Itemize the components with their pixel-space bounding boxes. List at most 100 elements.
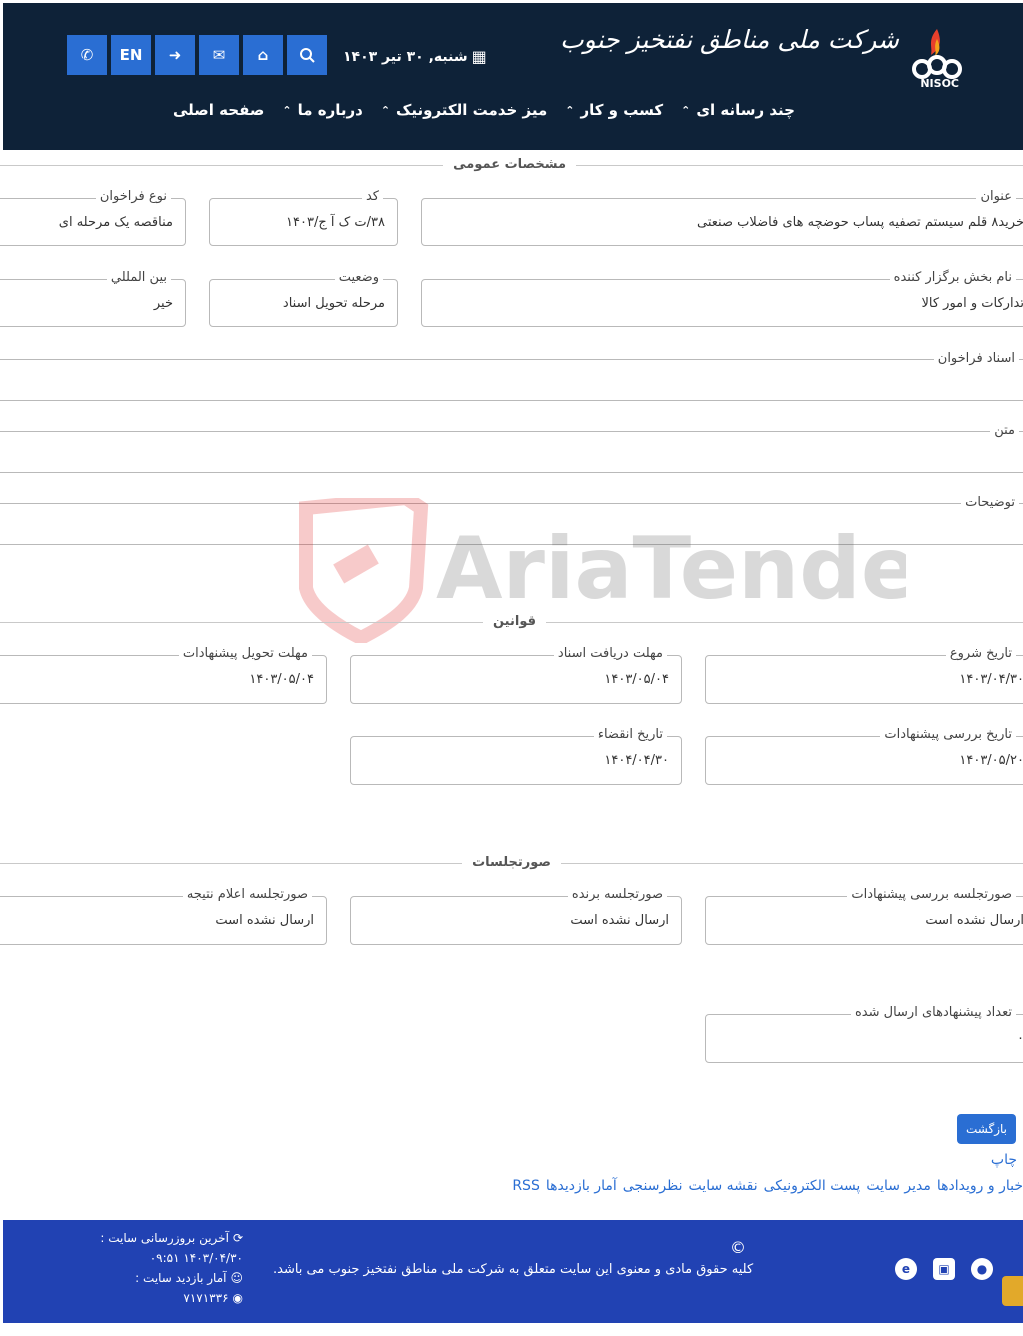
english-button[interactable]: EN xyxy=(111,35,151,75)
link-email[interactable]: پست الکترونیکی xyxy=(764,1178,861,1194)
field-winner-minutes-value: ارسال نشده است xyxy=(570,913,669,928)
field-review-date-value: ۱۴۰۳/۰۵/۲۰ xyxy=(959,753,1023,768)
field-result-minutes: صورتجلسه اعلام نتیجه ارسال نشده است xyxy=(0,887,327,945)
field-expiry-date-label: تاریخ انقضاء xyxy=(593,727,667,742)
menu-business-label: کسب و کار xyxy=(580,101,664,119)
field-code: کد ۳۸/ت ک آ ج/۱۴۰۳ xyxy=(209,189,398,246)
date-text: شنبه, ۳۰ تیر ۱۴۰۳ xyxy=(343,48,468,65)
field-text: متن xyxy=(0,423,1023,473)
chevron-up-icon: ⌃ xyxy=(565,103,575,117)
logout-icon: ➜ xyxy=(168,46,182,64)
field-call-type-value: مناقصه یک مرحله ای xyxy=(58,215,173,230)
field-international-value: خیر xyxy=(153,296,173,311)
field-submit-deadline-label: مهلت تحویل پیشنهادات xyxy=(178,646,312,661)
field-code-label: کد xyxy=(361,189,383,204)
field-call-type: نوع فراخوان مناقصه یک مرحله ای xyxy=(0,189,186,246)
field-docs-deadline-label: مهلت دریافت اسناد xyxy=(553,646,667,661)
menu-e-services[interactable]: میز خدمت الکترونیک ⌃ xyxy=(381,101,547,119)
link-rss[interactable]: RSS xyxy=(512,1178,540,1194)
field-start-date-label: تاریخ شروع xyxy=(945,646,1016,661)
field-start-date-value: ۱۴۰۳/۰۴/۳۰ xyxy=(959,672,1023,687)
field-subject: عنوان خرید۸ قلم سیستم تصفیه پساب حوضچه ه… xyxy=(421,189,1023,246)
visits-value: ۷۱۷۱۳۳۶ xyxy=(183,1291,229,1305)
section-title-minutes: صورتجلسات xyxy=(462,855,561,870)
eye-icon: ◉ xyxy=(232,1291,243,1305)
field-submitted-count-label: تعداد پیشنهادهای ارسال شده xyxy=(850,1005,1016,1020)
phone-button[interactable]: ✆ xyxy=(67,35,107,75)
logout-button[interactable]: ➜ xyxy=(155,35,195,75)
eitaa-icon[interactable]: e xyxy=(895,1258,917,1280)
last-update-row: ⟳ آخرین بروزرسانی سایت : xyxy=(100,1228,243,1248)
chevron-up-icon: ⌃ xyxy=(681,103,691,117)
last-update-label: آخرین بروزرسانی سایت : xyxy=(100,1231,229,1245)
logo-abbr: NISOC xyxy=(920,77,959,90)
print-label: چاپ xyxy=(990,1152,1017,1168)
field-docs-deadline-value: ۱۴۰۳/۰۵/۰۴ xyxy=(604,672,669,687)
aparat-icon[interactable]: ▣ xyxy=(933,1258,955,1280)
field-review-minutes-label: صورتجلسه بررسی پیشنهادات xyxy=(847,887,1016,902)
menu-home-label: صفحه اصلی xyxy=(173,101,265,119)
last-update-value-row: ۱۴۰۳/۰۴/۳۰ ۰۹:۵۱ xyxy=(103,1248,243,1268)
field-review-date-label: تاریخ بررسی پیشنهادات xyxy=(880,727,1016,742)
field-call-documents: اسناد فراخوان xyxy=(0,351,1023,401)
menu-multimedia[interactable]: چند رسانه ای ⌃ xyxy=(681,101,795,119)
field-expiry-date: تاریخ انقضاء ۱۴۰۴/۰۴/۳۰ xyxy=(350,727,682,785)
back-button[interactable]: بازگشت xyxy=(957,1114,1016,1144)
copyright-symbol: © xyxy=(730,1238,746,1257)
refresh-icon: ⟳ xyxy=(232,1231,243,1245)
menu-e-services-label: میز خدمت الکترونیک xyxy=(396,101,548,119)
link-news[interactable]: خبار و رویدادها xyxy=(937,1178,1023,1194)
mail-icon: ✉ xyxy=(212,46,226,64)
field-status-value: مرحله تحویل اسناد xyxy=(282,296,385,311)
mail-button[interactable]: ✉ xyxy=(199,35,239,75)
field-submitted-count-value: ۰ xyxy=(1017,1031,1023,1046)
field-review-minutes: صورتجلسه بررسی پیشنهادات ارسال نشده است xyxy=(705,887,1023,945)
print-link[interactable]: چاپ xyxy=(991,1152,1017,1168)
field-result-minutes-value: ارسال نشده است xyxy=(215,913,314,928)
search-icon xyxy=(300,48,315,63)
calendar-icon: ▦ xyxy=(471,47,487,66)
main-menu: صفحه اصلی درباره ما ⌃ میز خدمت الکترونیک ⌃… xyxy=(173,101,795,119)
home-button[interactable]: ⌂ xyxy=(243,35,283,75)
field-international-label: بین المللي xyxy=(106,270,171,285)
menu-about[interactable]: درباره ما ⌃ xyxy=(282,101,362,119)
field-call-documents-label: اسناد فراخوان xyxy=(933,351,1019,366)
copyright-text: کلیه حقوق مادی و معنوی این سایت متعلق به… xyxy=(273,1262,754,1277)
field-international: بین المللي خیر xyxy=(0,270,186,327)
field-status-label: وضعیت xyxy=(334,270,383,285)
bale-icon[interactable]: ● xyxy=(971,1258,993,1280)
site-stats: ⟳ آخرین بروزرسانی سایت : ۱۴۰۳/۰۴/۳۰ ۰۹:۵۱… xyxy=(100,1228,243,1308)
field-start-date: تاریخ شروع ۱۴۰۳/۰۴/۳۰ xyxy=(705,646,1023,704)
site-footer: © کلیه حقوق مادی و معنوی این سایت متعلق … xyxy=(3,1220,1023,1323)
field-submitted-count: تعداد پیشنهادهای ارسال شده ۰ xyxy=(705,1005,1023,1063)
field-description-label: توضیحات xyxy=(961,495,1019,510)
visits-row: ☺ آمار بازدید سایت : xyxy=(103,1268,243,1288)
footer-links: خبار و رویدادها مدیر سایت پست الکترونیکی… xyxy=(512,1178,1023,1194)
field-text-label: متن xyxy=(990,423,1019,438)
site-header: شرکت ملی مناطق نفتخیز جنوب NISOC ▦ شنبه,… xyxy=(3,3,1023,150)
header-buttons: ✆ EN ➜ ✉ ⌂ xyxy=(67,35,327,77)
current-date: ▦ شنبه, ۳۰ تیر ۱۴۰۳ xyxy=(343,47,487,66)
users-icon: ☺ xyxy=(230,1271,243,1285)
menu-about-label: درباره ما xyxy=(297,101,363,119)
field-review-minutes-value: ارسال نشده است xyxy=(925,913,1023,928)
field-submit-deadline: مهلت تحویل پیشنهادات ۱۴۰۳/۰۵/۰۴ xyxy=(0,646,327,704)
field-code-value: ۳۸/ت ک آ ج/۱۴۰۳ xyxy=(286,215,385,230)
link-webmaster[interactable]: مدیر سایت xyxy=(866,1178,931,1194)
field-organizer: نام بخش برگزار کننده تداركات و امور كالا xyxy=(421,270,1023,327)
scroll-top-button[interactable] xyxy=(1002,1276,1023,1306)
site-logo[interactable]: شرکت ملی مناطق نفتخیز جنوب NISOC xyxy=(560,25,967,95)
visits-label: آمار بازدید سایت : xyxy=(135,1271,227,1285)
link-sitemap[interactable]: نقشه سایت xyxy=(689,1178,758,1194)
field-organizer-value: تداركات و امور كالا xyxy=(921,296,1023,311)
link-survey[interactable]: نظرسنجی xyxy=(623,1178,683,1194)
field-result-minutes-label: صورتجلسه اعلام نتیجه xyxy=(182,887,312,902)
search-button[interactable] xyxy=(287,35,327,75)
menu-home[interactable]: صفحه اصلی xyxy=(173,101,264,119)
field-expiry-date-value: ۱۴۰۴/۰۴/۳۰ xyxy=(604,753,669,768)
logo-name: شرکت ملی مناطق نفتخیز جنوب xyxy=(560,25,899,54)
link-visit-stats[interactable]: آمار بازدیدها xyxy=(546,1178,617,1194)
home-icon: ⌂ xyxy=(257,46,269,64)
menu-business[interactable]: کسب و کار ⌃ xyxy=(565,101,663,119)
field-winner-minutes-label: صورتجلسه برنده xyxy=(567,887,667,902)
